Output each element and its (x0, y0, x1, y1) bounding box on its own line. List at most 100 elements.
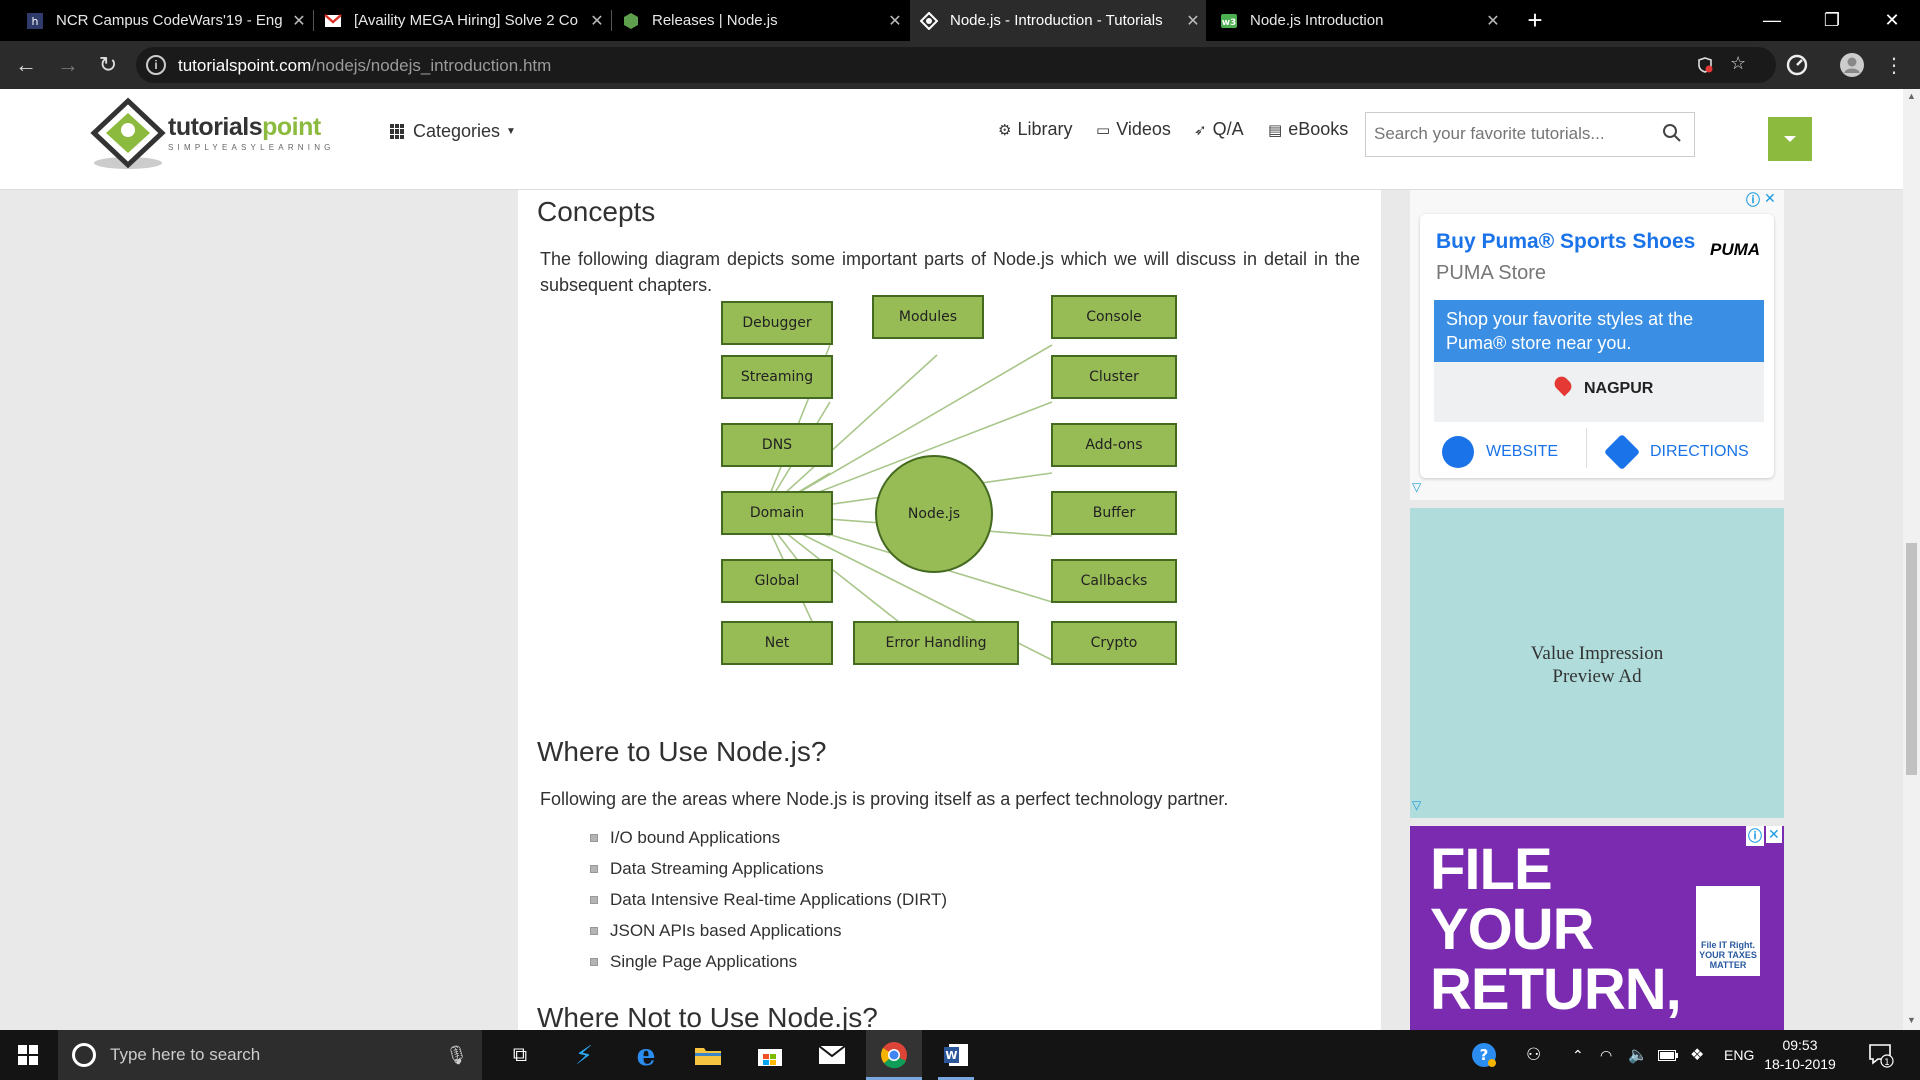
gmail-icon (324, 13, 342, 27)
header-dropdown-button[interactable] (1768, 117, 1812, 161)
scroll-up-icon[interactable]: ▲ (1907, 91, 1916, 101)
ad-info-icon[interactable]: ⓘ (1746, 190, 1760, 210)
restore-button[interactable]: ❐ (1802, 0, 1862, 41)
people-icon[interactable]: ⚇ (1526, 1030, 1541, 1080)
tab-title: [Availity MEGA Hiring] Solve 2 Co (354, 12, 578, 29)
action-center-icon[interactable]: 1 (1868, 1030, 1894, 1080)
list-item: JSON APIs based Applications (590, 915, 947, 946)
tab-availity[interactable]: [Availity MEGA Hiring] Solve 2 Co ✕ (314, 0, 610, 41)
search-input[interactable] (1374, 124, 1654, 144)
close-window-button[interactable]: ✕ (1862, 0, 1920, 41)
tab-codewars[interactable]: h NCR Campus CodeWars'19 - Eng ✕ (16, 0, 312, 41)
word-icon[interactable]: W (928, 1030, 984, 1080)
where-paragraph: Following are the areas where Node.js is… (540, 789, 1229, 809)
nav-qa[interactable]: ➶ Q/A (1194, 119, 1244, 140)
diagram-box: Domain (721, 491, 833, 535)
ad-close-icon[interactable]: ✕ (1766, 826, 1782, 843)
page-scrollbar[interactable]: ▲ ▼ (1903, 89, 1920, 1030)
article-content: Concepts The following diagram depicts s… (518, 190, 1381, 1030)
diagram-box-label: Crypto (1091, 635, 1138, 651)
tab-w3schools[interactable]: w3 Node.js Introduction ✕ (1210, 0, 1506, 41)
site-info-icon[interactable]: i (146, 55, 166, 75)
bullet-icon (590, 864, 598, 873)
start-button[interactable] (0, 1030, 56, 1080)
mail-icon[interactable] (804, 1030, 860, 1080)
map-pin-icon (1551, 373, 1575, 397)
nav-library[interactable]: ⚙ Library (998, 119, 1072, 140)
adchoices-icon[interactable]: ▽ (1412, 798, 1421, 812)
vscode-icon[interactable]: ⚡ (556, 1030, 612, 1080)
nav-ebooks[interactable]: ▤ eBooks (1268, 119, 1348, 140)
ad-info-icon[interactable]: ⓘ (1746, 826, 1764, 846)
microphone-icon[interactable]: 🎙 (445, 1045, 468, 1066)
edge-icon[interactable]: e (618, 1030, 674, 1080)
close-tab-icon[interactable]: ✕ (286, 11, 312, 31)
logo-tagline: SIMPLYEASYLEARNING (168, 143, 335, 152)
tax-ad[interactable]: FILE YOUR RETURN, File IT Right. YOUR TA… (1410, 826, 1784, 1030)
ad-directions-button[interactable]: DIRECTIONS (1603, 433, 1749, 471)
w3schools-icon: w3 (1221, 13, 1237, 28)
browser-toolbar: ← → ↻ i tutorialspoint.com/nodejs/nodejs… (0, 41, 1920, 89)
browser-menu-icon[interactable]: ⋮ (1878, 49, 1910, 81)
preview-ad[interactable]: Value Impression Preview Ad ▽ (1410, 508, 1784, 818)
reload-button[interactable]: ↻ (92, 49, 124, 81)
bookmark-star-icon[interactable]: ☆ (1730, 53, 1746, 74)
diagram-box-label: Domain (750, 505, 804, 521)
site-header: tutorialspoint SIMPLYEASYLEARNING Catego… (0, 89, 1903, 190)
paper-plane-icon: ➶ (1194, 121, 1207, 139)
taskbar-search[interactable]: Type here to search 🎙 (58, 1030, 482, 1080)
ad-map[interactable]: NAGPUR (1434, 362, 1764, 422)
forward-button[interactable]: → (52, 49, 84, 81)
help-icon[interactable]: ? (1470, 1030, 1498, 1080)
wifi-icon[interactable]: ◠ (1600, 1030, 1612, 1080)
close-tab-icon[interactable]: ✕ (584, 11, 610, 31)
where-list: I/O bound Applications Data Streaming Ap… (590, 822, 947, 977)
scroll-down-icon[interactable]: ▼ (1907, 1015, 1916, 1025)
book-icon: ▤ (1268, 121, 1283, 139)
tutorialspoint-logo[interactable]: tutorialspoint SIMPLYEASYLEARNING (88, 93, 368, 173)
address-bar[interactable]: i tutorialspoint.com/nodejs/nodejs_intro… (136, 47, 1776, 83)
nodejs-parts-diagram: Debugger Modules Console Streaming Cluster DN… (721, 295, 1177, 665)
diagram-box: Debugger (721, 301, 833, 345)
store-icon[interactable] (742, 1030, 798, 1080)
diagram-box: Callbacks (1051, 559, 1177, 603)
diagram-box: Global (721, 559, 833, 603)
diagram-box-label: Debugger (742, 315, 812, 331)
nav-videos[interactable]: ▭ Videos (1096, 119, 1171, 140)
ad-title[interactable]: Buy Puma® Sports Shoes (1436, 230, 1695, 254)
language-indicator[interactable]: ENG (1724, 1030, 1754, 1080)
task-view-icon[interactable]: ⧉ (492, 1030, 548, 1080)
close-tab-icon[interactable]: ✕ (1180, 11, 1206, 31)
scrollbar-thumb[interactable] (1906, 543, 1917, 775)
ad-card[interactable]: Buy Puma® Sports Shoes PUMA Store PUMA S… (1420, 214, 1774, 478)
tab-nodejs-releases[interactable]: Releases | Node.js ✕ (612, 0, 908, 41)
ad-website-button[interactable]: WEBSITE (1442, 436, 1558, 468)
puma-ad[interactable]: ⓘ ✕ Buy Puma® Sports Shoes PUMA Store PU… (1410, 190, 1784, 500)
ad-close-icon[interactable]: ✕ (1764, 190, 1776, 207)
profile-avatar-icon[interactable] (1838, 51, 1866, 79)
file-explorer-icon[interactable] (680, 1030, 736, 1080)
blocked-popup-icon[interactable] (1696, 56, 1714, 74)
new-tab-button[interactable]: + (1520, 5, 1550, 36)
search-icon[interactable] (1662, 123, 1682, 143)
taskbar-clock[interactable]: 09:53 18-10-2019 (1760, 1036, 1840, 1074)
volume-icon[interactable]: 🔈 (1628, 1030, 1648, 1080)
tab-tutorialspoint[interactable]: Node.js - Introduction - Tutorials ✕ (910, 0, 1206, 41)
extension-icon[interactable] (1783, 51, 1811, 79)
adchoices-icon[interactable]: ▽ (1412, 480, 1421, 494)
diagram-box: Crypto (1051, 621, 1177, 665)
dropbox-icon[interactable]: ❖ (1690, 1030, 1704, 1080)
back-button[interactable]: ← (10, 49, 42, 81)
tray-overflow-icon[interactable]: ⌃ (1572, 1030, 1584, 1080)
categories-menu[interactable]: Categories ▼ (390, 121, 516, 142)
diagram-box: Error Handling (853, 621, 1019, 665)
diagram-box: Net (721, 621, 833, 665)
diagram-box: DNS (721, 423, 833, 467)
minimize-button[interactable]: — (1742, 0, 1802, 41)
battery-icon[interactable] (1658, 1030, 1678, 1080)
directions-icon (1603, 433, 1641, 471)
close-tab-icon[interactable]: ✕ (1480, 11, 1506, 31)
chrome-icon[interactable] (866, 1030, 922, 1080)
close-tab-icon[interactable]: ✕ (882, 11, 908, 31)
where-not-heading: Where Not to Use Node.js? (537, 1002, 878, 1030)
